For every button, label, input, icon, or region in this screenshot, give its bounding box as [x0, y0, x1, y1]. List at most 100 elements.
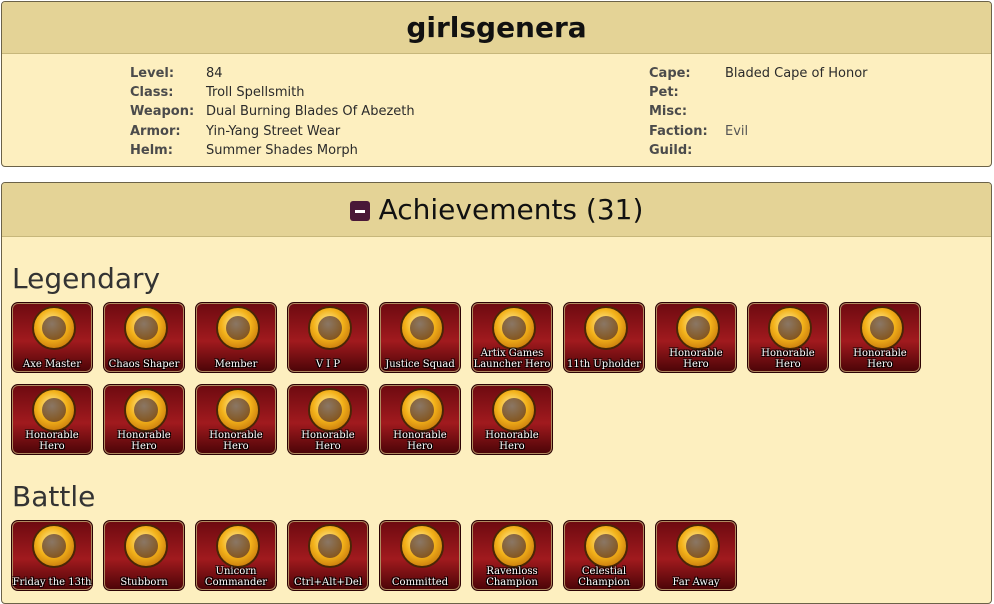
class-value: Troll Spellsmith: [206, 85, 305, 101]
minus-square-icon[interactable]: [349, 201, 370, 221]
level-label: Level:: [130, 66, 175, 81]
character-info-right: Cape: Bladed Cape of Honor Pet: Misc: Fac…: [649, 64, 868, 160]
badge-label: Honorable Hero: [393, 430, 447, 452]
weapon-row: Weapon: Dual Burning Blades Of Abezeth: [130, 102, 415, 121]
badge-label: Honorable Hero: [117, 430, 171, 452]
badge-label: Ctrl+Alt+Del: [294, 577, 362, 588]
badge-label: Far Away: [672, 577, 720, 588]
misc-row: Misc:: [649, 102, 868, 121]
achievement-badge[interactable]: Artix Games Launcher Hero: [471, 302, 553, 373]
badge-emblem-icon: [768, 306, 812, 350]
badge-label: Honorable Hero: [25, 430, 79, 452]
badge-emblem-icon: [400, 524, 444, 568]
badge-label: Chaos Shaper: [108, 359, 180, 370]
achievement-badge[interactable]: 11th Upholder: [563, 302, 645, 373]
badge-emblem-icon: [216, 306, 260, 350]
badge-label: Committed: [391, 577, 449, 588]
achievement-badge[interactable]: Honorable Hero: [287, 384, 369, 455]
achievement-badge[interactable]: Honorable Hero: [103, 384, 185, 455]
level-value: 84: [206, 66, 223, 81]
badge-emblem-icon: [584, 306, 628, 350]
guild-label: Guild:: [649, 142, 693, 158]
badge-label: Honorable Hero: [761, 348, 815, 370]
achievement-badge[interactable]: Member: [195, 302, 277, 373]
badge-label: Axe Master: [22, 359, 81, 370]
achievement-badge[interactable]: Honorable Hero: [655, 302, 737, 373]
character-name: girlsgenera: [2, 2, 991, 54]
badge-emblem-icon: [308, 388, 352, 432]
achievement-badge[interactable]: Honorable Hero: [471, 384, 553, 455]
armor-value: Yin-Yang Street Wear: [206, 123, 341, 139]
badge-emblem-icon: [400, 388, 444, 432]
badge-label: Honorable Hero: [669, 348, 723, 370]
achievement-badge[interactable]: Ravenloss Champion: [471, 520, 553, 591]
helm-row: Helm: Summer Shades Morph: [130, 141, 415, 160]
badge-label: Justice Squad: [385, 359, 455, 370]
achievement-badge[interactable]: Axe Master: [11, 302, 93, 373]
achievement-badge[interactable]: Celestial Champion: [563, 520, 645, 591]
cape-row: Cape: Bladed Cape of Honor: [649, 64, 868, 83]
achievement-badge[interactable]: Honorable Hero: [379, 384, 461, 455]
badge-emblem-icon: [308, 306, 352, 350]
achievement-badge[interactable]: Unicorn Commander: [195, 520, 277, 591]
armor-label: Armor:: [130, 123, 181, 139]
pet-label: Pet:: [649, 85, 679, 101]
badge-emblem-icon: [124, 388, 168, 432]
badge-label: Honorable Hero: [485, 430, 539, 452]
achievements-title: Achievements (31): [378, 193, 644, 226]
faction-value: Evil: [725, 123, 749, 139]
badge-label: Celestial Champion: [578, 566, 630, 588]
badge-label: Unicorn Commander: [204, 566, 268, 588]
achievements-panel: Achievements (31) Legendary Axe Master Ch…: [1, 182, 992, 604]
achievement-badge[interactable]: Honorable Hero: [747, 302, 829, 373]
badge-emblem-icon: [492, 524, 536, 568]
class-row: Class: Troll Spellsmith: [130, 83, 415, 102]
badge-label: Honorable Hero: [209, 430, 263, 452]
badge-emblem-icon: [216, 388, 260, 432]
misc-label: Misc:: [649, 104, 688, 120]
badge-label: 11th Upholder: [567, 359, 641, 370]
weapon-label: Weapon:: [130, 104, 195, 120]
badge-label: Friday the 13th: [12, 577, 92, 588]
cape-value: Bladed Cape of Honor: [725, 66, 868, 81]
pet-row: Pet:: [649, 83, 868, 102]
badge-emblem-icon: [860, 306, 904, 350]
badge-label: V I P: [315, 359, 341, 370]
badge-label: Stubborn: [120, 577, 168, 588]
badge-emblem-icon: [124, 306, 168, 350]
helm-value: Summer Shades Morph: [206, 142, 358, 158]
badge-emblem-icon: [32, 524, 76, 568]
helm-label: Helm:: [130, 142, 173, 158]
badge-emblem-icon: [32, 306, 76, 350]
badge-label: Ravenloss Champion: [486, 566, 538, 588]
cape-label: Cape:: [649, 66, 691, 81]
achievement-badge[interactable]: V I P: [287, 302, 369, 373]
section-title-legendary: Legendary: [12, 262, 161, 295]
achievement-badge[interactable]: Chaos Shaper: [103, 302, 185, 373]
section-title-battle: Battle: [12, 480, 96, 513]
faction-row: Faction: Evil: [649, 122, 868, 141]
badge-emblem-icon: [676, 306, 720, 350]
badge-emblem-icon: [216, 524, 260, 568]
class-label: Class:: [130, 85, 174, 101]
badge-label: Honorable Hero: [853, 348, 907, 370]
achievement-badge[interactable]: Friday the 13th: [11, 520, 93, 591]
badge-label: Member: [214, 359, 258, 370]
weapon-value: Dual Burning Blades Of Abezeth: [206, 104, 415, 120]
achievement-badge[interactable]: Honorable Hero: [839, 302, 921, 373]
badge-label: Artix Games Launcher Hero: [473, 348, 551, 370]
faction-label: Faction:: [649, 123, 708, 139]
achievement-badge[interactable]: Stubborn: [103, 520, 185, 591]
guild-row: Guild:: [649, 141, 868, 160]
badge-emblem-icon: [676, 524, 720, 568]
badge-emblem-icon: [492, 306, 536, 350]
achievement-badge[interactable]: Honorable Hero: [195, 384, 277, 455]
achievement-badge[interactable]: Justice Squad: [379, 302, 461, 373]
character-info-left: Level: 84 Class: Troll Spellsmith Weapon: D…: [130, 64, 415, 160]
achievement-badge[interactable]: Committed: [379, 520, 461, 591]
achievement-badge[interactable]: Far Away: [655, 520, 737, 591]
badge-emblem-icon: [32, 388, 76, 432]
achievement-badge[interactable]: Ctrl+Alt+Del: [287, 520, 369, 591]
badge-emblem-icon: [492, 388, 536, 432]
achievement-badge[interactable]: Honorable Hero: [11, 384, 93, 455]
